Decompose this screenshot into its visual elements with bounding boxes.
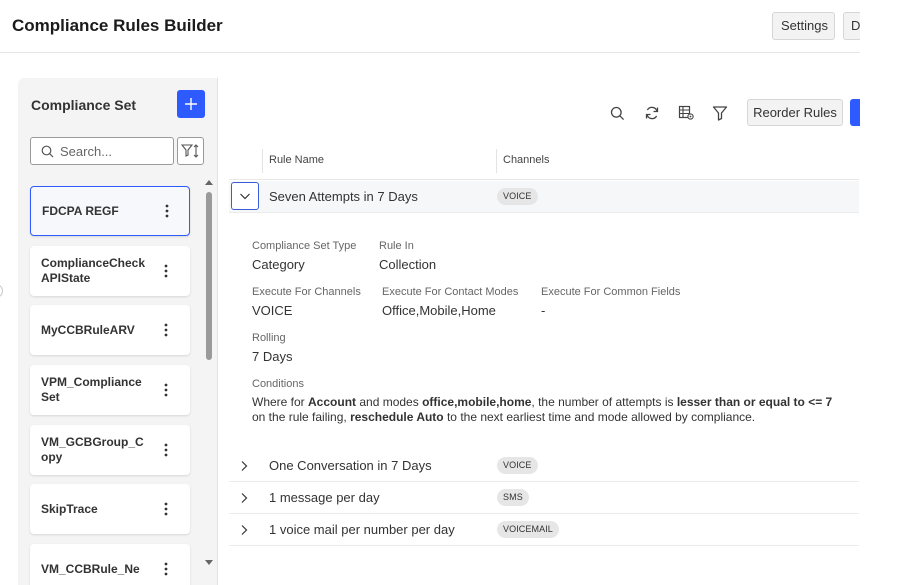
collapse-row-button[interactable] <box>231 182 259 210</box>
compliance-set-item[interactable]: ComplianceCheck APIState <box>30 246 190 296</box>
channels-header[interactable]: Channels <box>503 154 549 166</box>
table-header: Rule Name Channels <box>229 142 859 180</box>
exec-channels-label: Execute For Channels <box>252 286 361 298</box>
chevron-right-icon <box>241 525 248 535</box>
channel-badge: VOICE <box>497 457 538 474</box>
rule-name: 1 voice mail per number per day <box>269 522 455 537</box>
expand-row-button[interactable] <box>237 459 251 473</box>
filter-icon <box>712 106 728 121</box>
compliance-set-label: VM_CCBRule_Ne <box>41 561 140 576</box>
compliance-set-item[interactable]: MyCCBRuleARV <box>30 305 190 355</box>
rule-name: One Conversation in 7 Days <box>269 458 432 473</box>
compliance-set-label: SkipTrace <box>41 501 98 516</box>
compliance-set-item[interactable]: VM_GCBGroup_C opy <box>30 425 190 475</box>
kebab-menu-icon[interactable] <box>160 441 172 459</box>
rule-name: 1 message per day <box>269 490 380 505</box>
truncated-header-button[interactable]: D <box>843 12 860 40</box>
page-title: Compliance Rules Builder <box>12 16 223 35</box>
reorder-rules-button[interactable]: Reorder Rules <box>747 99 843 126</box>
refresh-icon <box>645 106 659 120</box>
kebab-menu-icon[interactable] <box>160 500 172 518</box>
compliance-set-panel: Compliance Set FDCPA REGF ComplianceChec… <box>18 78 218 585</box>
table-settings-button[interactable] <box>677 104 695 122</box>
rule-in-label: Rule In <box>379 240 414 252</box>
add-compliance-set-button[interactable] <box>177 90 205 118</box>
condition-part: , the number of attempts is <box>531 395 677 409</box>
filter-button[interactable] <box>711 104 729 122</box>
rolling-value: 7 Days <box>252 349 293 364</box>
exec-common-value: - <box>541 303 546 318</box>
table-settings-icon <box>678 105 694 120</box>
search-input[interactable] <box>60 143 160 159</box>
top-bar: Compliance Rules Builder Settings D <box>0 0 860 53</box>
filter-sort-button[interactable] <box>177 137 204 165</box>
channel-badge: VOICEMAIL <box>497 521 559 538</box>
chevron-right-icon <box>241 493 248 503</box>
condition-highlight: lesser than or equal to <= 7 <box>676 395 833 409</box>
kebab-menu-icon[interactable] <box>160 381 172 399</box>
channel-badge: SMS <box>497 489 529 506</box>
refresh-button[interactable] <box>643 104 661 122</box>
rolling-label: Rolling <box>252 332 286 344</box>
condition-highlight: office,mobile,home <box>422 395 532 409</box>
plus-icon <box>185 98 197 110</box>
chevron-down-icon <box>240 193 250 200</box>
condition-part: Where for <box>252 395 309 409</box>
exec-modes-label: Execute For Contact Modes <box>382 286 519 298</box>
scroll-up-icon[interactable] <box>204 178 214 186</box>
compliance-set-item[interactable]: VM_CCBRule_Ne <box>30 544 190 585</box>
scrollbar-thumb[interactable] <box>206 192 212 360</box>
kebab-menu-icon[interactable] <box>160 321 172 339</box>
rule-name-header[interactable]: Rule Name <box>269 154 324 166</box>
search-box[interactable] <box>30 137 174 165</box>
column-divider <box>496 149 497 173</box>
compliance-set-label: MyCCBRuleARV <box>41 322 135 337</box>
condition-highlight: Account <box>308 395 357 409</box>
truncated-primary-button[interactable] <box>850 99 860 126</box>
column-divider <box>262 149 263 173</box>
expand-row-button[interactable] <box>237 491 251 505</box>
chevron-right-icon <box>241 461 248 471</box>
conditions-label: Conditions <box>252 378 304 390</box>
filter-sort-icon <box>180 144 198 158</box>
condition-part: to the next earliest time and mode allow… <box>443 410 756 424</box>
compliance-set-item[interactable]: SkipTrace <box>30 484 190 534</box>
table-row[interactable]: Seven Attempts in 7 Days VOICE <box>229 181 859 213</box>
settings-button[interactable]: Settings <box>772 12 835 40</box>
rule-in-value: Collection <box>379 257 437 272</box>
compliance-set-label: VM_GCBGroup_C opy <box>41 435 144 464</box>
compliance-set-title: Compliance Set <box>31 97 137 113</box>
kebab-menu-icon[interactable] <box>161 202 173 220</box>
compliance-set-type-label: Compliance Set Type <box>252 240 357 252</box>
table-row[interactable]: One Conversation in 7 Days VOICE <box>229 450 859 482</box>
search-button[interactable] <box>608 104 626 122</box>
table-row[interactable]: 1 voice mail per number per day VOICEMAI… <box>229 514 859 546</box>
collapsed-panel-handle[interactable] <box>0 284 3 298</box>
expand-row-button[interactable] <box>237 523 251 537</box>
panel-divider <box>217 78 218 585</box>
exec-common-label: Execute For Common Fields <box>541 286 681 298</box>
table-row[interactable]: 1 message per day SMS <box>229 482 859 514</box>
condition-part: on the rule failing, <box>252 410 351 424</box>
search-icon <box>610 106 624 120</box>
condition-highlight: reschedule Auto <box>350 410 444 424</box>
exec-channels-value: VOICE <box>252 303 293 318</box>
channel-badge: VOICE <box>497 188 538 205</box>
compliance-set-label: FDCPA REGF <box>42 203 119 218</box>
kebab-menu-icon[interactable] <box>160 560 172 578</box>
conditions-text: Where for Account and modes office,mobil… <box>252 395 847 425</box>
compliance-set-item[interactable]: FDCPA REGF <box>30 186 190 236</box>
compliance-set-label: ComplianceCheck APIState <box>41 256 146 285</box>
condition-part: and modes <box>356 395 423 409</box>
scroll-down-icon[interactable] <box>204 559 214 567</box>
compliance-set-item[interactable]: VPM_Compliance Set <box>30 365 190 415</box>
rule-name: Seven Attempts in 7 Days <box>269 189 418 204</box>
exec-modes-value: Office,Mobile,Home <box>382 303 496 318</box>
compliance-set-label: VPM_Compliance Set <box>41 375 142 404</box>
search-icon <box>41 145 54 157</box>
kebab-menu-icon[interactable] <box>160 262 172 280</box>
list-scrollbar[interactable] <box>204 178 214 568</box>
compliance-set-type-value: Category <box>252 257 305 272</box>
